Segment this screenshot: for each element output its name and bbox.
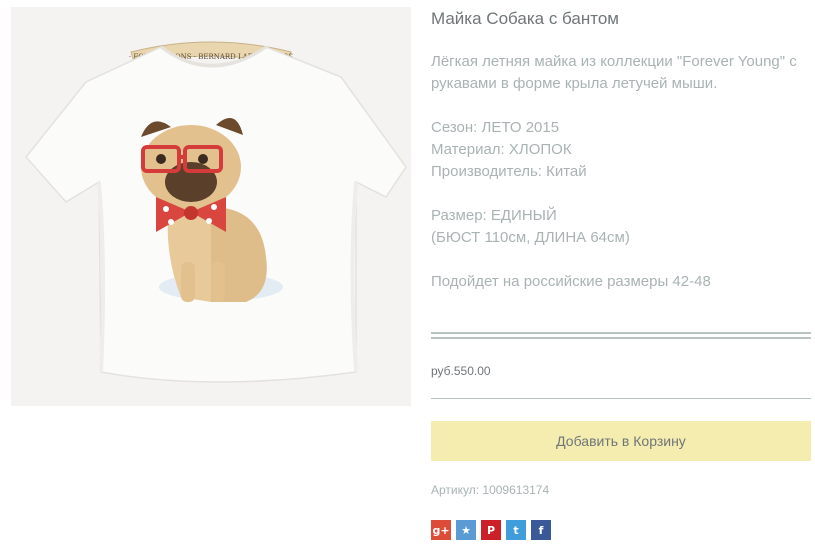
twitter-icon[interactable]: t <box>506 520 526 540</box>
description-line: (БЮСТ 110см, ДЛИНА 64см) <box>431 229 630 246</box>
product-image[interactable]: · FOURSEASONS · BERNARD LAFOND FURS <box>11 7 411 406</box>
facebook-icon[interactable]: f <box>531 520 551 540</box>
product-description: Лёгкая летняя майка из коллекции "Foreve… <box>431 51 811 293</box>
description-line: Материал: ХЛОПОК <box>431 141 572 158</box>
divider <box>431 398 811 399</box>
add-to-cart-button[interactable]: Добавить в Корзину <box>431 421 811 461</box>
description-line: Сезон: ЛЕТО 2015 <box>431 119 560 136</box>
description-line: Подойдет на российские размеры 42-48 <box>431 273 711 290</box>
share-buttons: g+ ★ P t f <box>431 520 551 540</box>
product-price: руб.550.00 <box>431 364 491 378</box>
google-plus-icon[interactable]: g+ <box>431 520 451 540</box>
pinterest-icon[interactable]: P <box>481 520 501 540</box>
divider <box>431 332 811 339</box>
description-line: Производитель: Китай <box>431 163 587 180</box>
tshirt-illustration: · FOURSEASONS · BERNARD LAFOND FURS <box>25 41 407 383</box>
product-title: Майка Собака с бантом <box>431 9 619 28</box>
description-line: Лёгкая летняя майка из коллекции "Foreve… <box>431 53 797 92</box>
description-line: Размер: ЕДИНЫЙ <box>431 207 557 224</box>
odnoklassniki-icon[interactable]: ★ <box>456 520 476 540</box>
product-sku: Артикул: 1009613174 <box>431 483 550 497</box>
